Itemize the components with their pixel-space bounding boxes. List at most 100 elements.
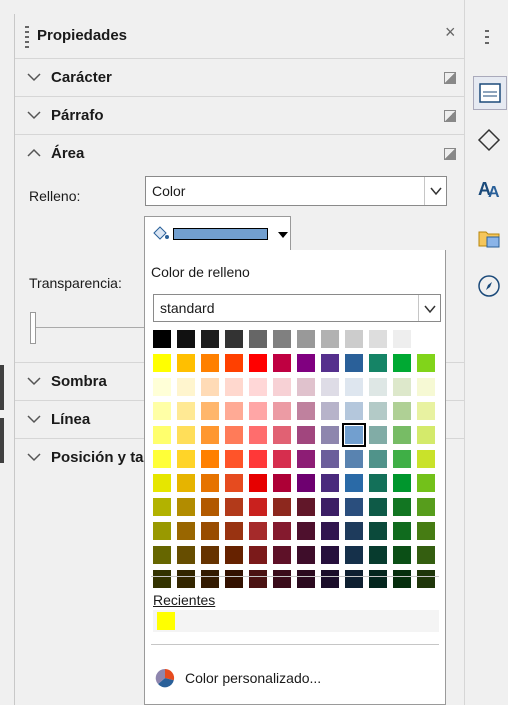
color-swatch[interactable] bbox=[297, 498, 315, 516]
color-swatch[interactable] bbox=[153, 498, 171, 516]
section-parrafo[interactable]: Párrafo bbox=[15, 96, 464, 134]
color-swatch[interactable] bbox=[369, 522, 387, 540]
color-swatch[interactable] bbox=[273, 522, 291, 540]
color-swatch[interactable] bbox=[177, 426, 195, 444]
color-swatch[interactable] bbox=[177, 378, 195, 396]
color-swatch[interactable] bbox=[249, 354, 267, 372]
color-swatch[interactable] bbox=[345, 378, 363, 396]
color-swatch[interactable] bbox=[201, 426, 219, 444]
more-options-icon[interactable] bbox=[444, 110, 456, 122]
color-swatch[interactable] bbox=[345, 330, 363, 348]
color-swatch[interactable] bbox=[321, 330, 339, 348]
color-swatch[interactable] bbox=[153, 378, 171, 396]
shapes-icon[interactable] bbox=[477, 128, 501, 152]
color-swatch[interactable] bbox=[417, 378, 435, 396]
color-swatch[interactable] bbox=[249, 570, 267, 588]
color-swatch[interactable] bbox=[345, 570, 363, 588]
color-swatch[interactable] bbox=[153, 330, 171, 348]
color-swatch[interactable] bbox=[393, 330, 411, 348]
color-swatch[interactable] bbox=[297, 378, 315, 396]
color-swatch[interactable] bbox=[273, 474, 291, 492]
color-swatch[interactable] bbox=[342, 423, 366, 447]
color-swatch[interactable] bbox=[393, 378, 411, 396]
color-swatch[interactable] bbox=[345, 354, 363, 372]
color-swatch[interactable] bbox=[153, 402, 171, 420]
color-swatch[interactable] bbox=[417, 522, 435, 540]
properties-icon[interactable] bbox=[473, 76, 507, 110]
color-swatch[interactable] bbox=[153, 474, 171, 492]
color-swatch[interactable] bbox=[345, 498, 363, 516]
color-swatch[interactable] bbox=[249, 474, 267, 492]
color-swatch[interactable] bbox=[273, 450, 291, 468]
color-swatch[interactable] bbox=[321, 450, 339, 468]
color-swatch[interactable] bbox=[369, 450, 387, 468]
color-swatch[interactable] bbox=[297, 426, 315, 444]
color-swatch[interactable] bbox=[201, 522, 219, 540]
color-swatch[interactable] bbox=[345, 402, 363, 420]
close-icon[interactable]: × bbox=[445, 22, 456, 43]
color-swatch[interactable] bbox=[321, 378, 339, 396]
color-swatch[interactable] bbox=[249, 378, 267, 396]
color-swatch[interactable] bbox=[369, 426, 387, 444]
color-swatch[interactable] bbox=[417, 546, 435, 564]
navigator-icon[interactable] bbox=[477, 274, 501, 298]
color-swatch[interactable] bbox=[321, 546, 339, 564]
color-swatch[interactable] bbox=[297, 330, 315, 348]
dropdown-arrow-icon[interactable] bbox=[278, 232, 288, 238]
color-swatch[interactable] bbox=[321, 402, 339, 420]
color-swatch[interactable] bbox=[225, 546, 243, 564]
section-area[interactable]: Área bbox=[15, 134, 464, 172]
color-swatch[interactable] bbox=[153, 354, 171, 372]
color-swatch[interactable] bbox=[369, 546, 387, 564]
color-swatch[interactable] bbox=[321, 570, 339, 588]
color-swatch[interactable] bbox=[153, 522, 171, 540]
color-swatch[interactable] bbox=[393, 498, 411, 516]
color-swatch[interactable] bbox=[345, 522, 363, 540]
color-swatch[interactable] bbox=[297, 402, 315, 420]
color-swatch[interactable] bbox=[249, 426, 267, 444]
color-swatch[interactable] bbox=[177, 402, 195, 420]
color-swatch[interactable] bbox=[201, 474, 219, 492]
color-swatch[interactable] bbox=[201, 546, 219, 564]
color-swatch[interactable] bbox=[225, 498, 243, 516]
color-swatch[interactable] bbox=[417, 426, 435, 444]
color-swatch[interactable] bbox=[249, 450, 267, 468]
color-swatch[interactable] bbox=[369, 498, 387, 516]
color-swatch[interactable] bbox=[249, 330, 267, 348]
color-swatch[interactable] bbox=[297, 354, 315, 372]
styles-icon[interactable]: AA bbox=[477, 176, 501, 201]
color-swatch[interactable] bbox=[249, 522, 267, 540]
color-swatch[interactable] bbox=[273, 426, 291, 444]
color-swatch[interactable] bbox=[393, 354, 411, 372]
color-swatch[interactable] bbox=[177, 474, 195, 492]
color-swatch[interactable] bbox=[345, 546, 363, 564]
gallery-icon[interactable] bbox=[477, 226, 501, 250]
color-swatch[interactable] bbox=[417, 354, 435, 372]
color-swatch[interactable] bbox=[417, 498, 435, 516]
color-swatch[interactable] bbox=[201, 354, 219, 372]
color-swatch[interactable] bbox=[225, 402, 243, 420]
color-swatch[interactable] bbox=[417, 450, 435, 468]
color-swatch[interactable] bbox=[273, 546, 291, 564]
color-swatch[interactable] bbox=[417, 474, 435, 492]
color-swatch[interactable] bbox=[273, 498, 291, 516]
color-swatch[interactable] bbox=[201, 330, 219, 348]
color-swatch[interactable] bbox=[369, 402, 387, 420]
color-swatch[interactable] bbox=[345, 474, 363, 492]
color-swatch[interactable] bbox=[273, 354, 291, 372]
color-swatch[interactable] bbox=[201, 450, 219, 468]
color-swatch[interactable] bbox=[273, 378, 291, 396]
chevron-down-icon[interactable] bbox=[418, 295, 440, 321]
color-swatch[interactable] bbox=[177, 354, 195, 372]
color-swatch[interactable] bbox=[369, 378, 387, 396]
color-swatch[interactable] bbox=[201, 570, 219, 588]
color-swatch[interactable] bbox=[225, 426, 243, 444]
fill-color-button[interactable] bbox=[144, 216, 291, 250]
color-swatch[interactable] bbox=[177, 330, 195, 348]
color-swatch[interactable] bbox=[153, 546, 171, 564]
color-swatch[interactable] bbox=[249, 402, 267, 420]
color-swatch[interactable] bbox=[153, 570, 171, 588]
color-swatch[interactable] bbox=[321, 474, 339, 492]
color-swatch[interactable] bbox=[273, 570, 291, 588]
color-swatch[interactable] bbox=[177, 498, 195, 516]
